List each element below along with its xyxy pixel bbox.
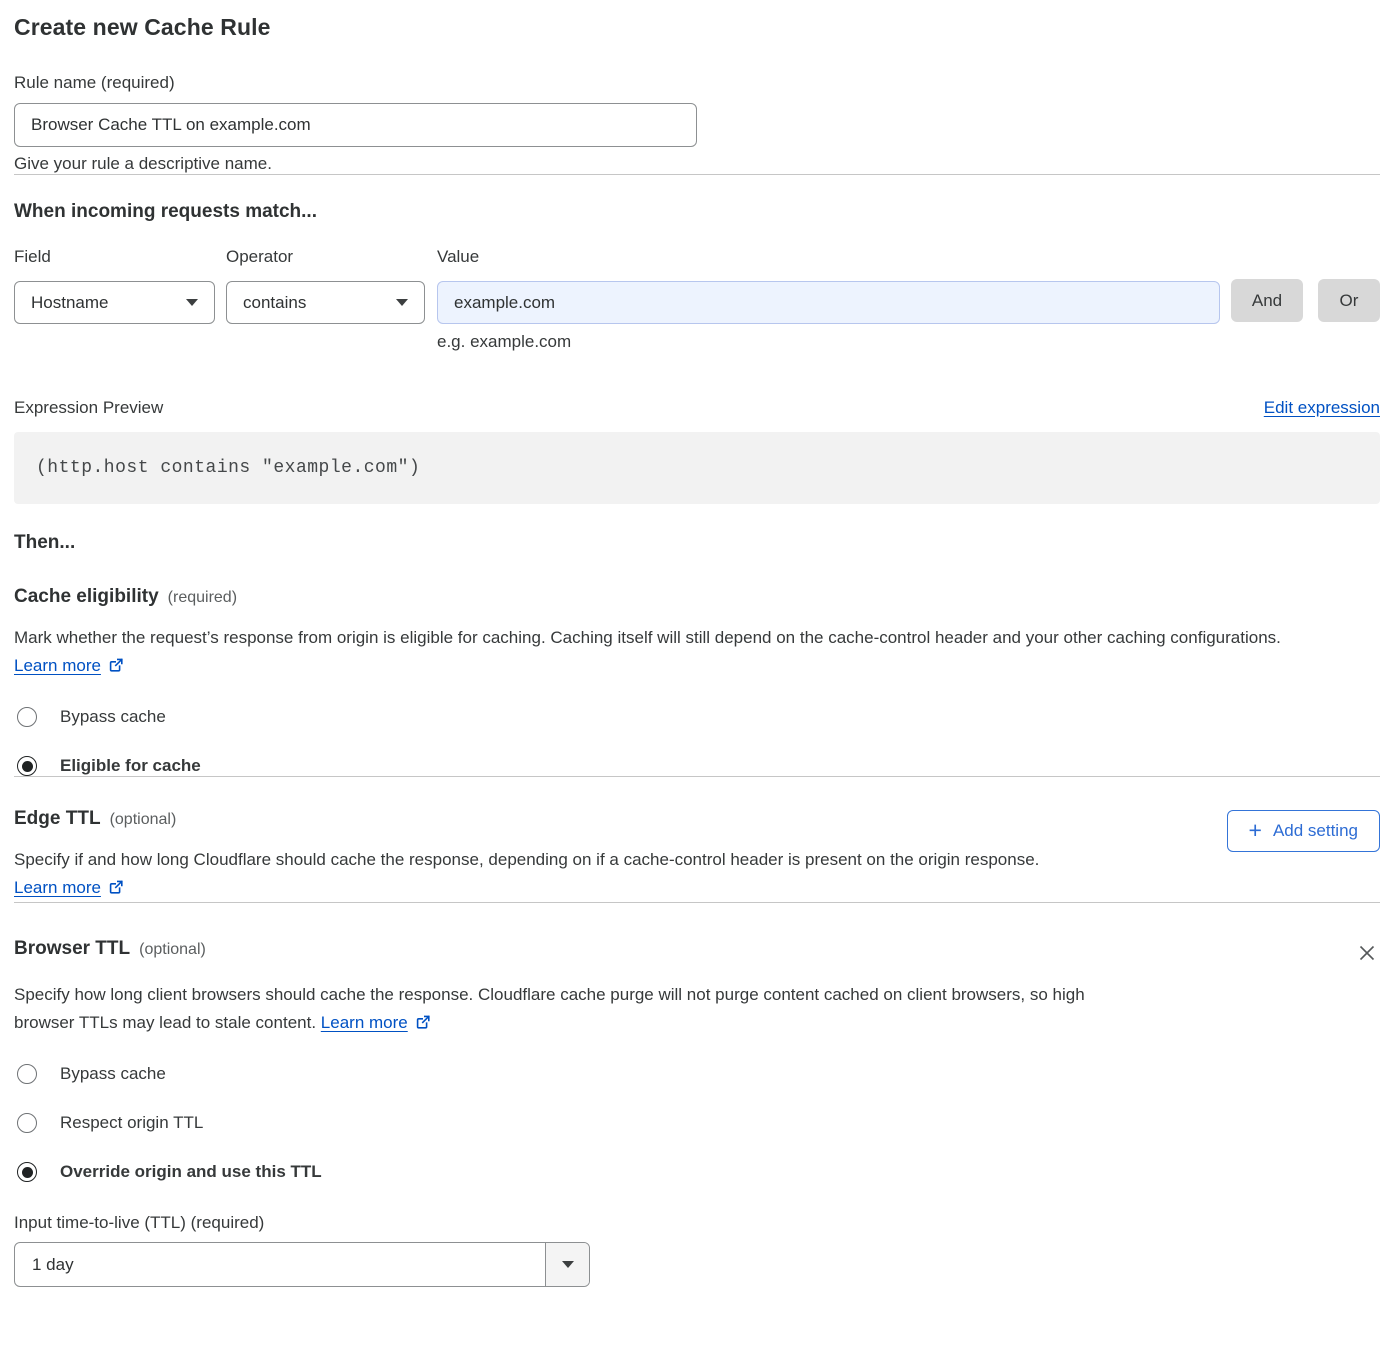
radio-label: Bypass cache: [60, 707, 166, 727]
plus-icon: +: [1249, 819, 1262, 842]
radio-button-icon: [17, 756, 37, 776]
required-badge: (required): [168, 589, 237, 607]
operator-select-value: contains: [243, 293, 306, 313]
rule-name-input[interactable]: [14, 103, 697, 147]
radio-bypass-cache[interactable]: Bypass cache: [17, 1064, 1380, 1084]
browser-ttl-title: Browser TTL: [14, 938, 130, 960]
value-input[interactable]: [437, 281, 1220, 324]
ttl-select[interactable]: 1 day: [14, 1242, 590, 1287]
browser-ttl-description: Specify how long client browsers should …: [14, 981, 1119, 1037]
operator-select[interactable]: contains: [226, 281, 425, 324]
browser-ttl-radio-group: Bypass cache Respect origin TTL Override…: [14, 1064, 1380, 1182]
edit-expression-link[interactable]: Edit expression: [1264, 398, 1380, 418]
create-cache-rule-form: Create new Cache Rule Rule name (require…: [14, 14, 1380, 1287]
or-button[interactable]: Or: [1318, 279, 1380, 322]
radio-override-origin-ttl[interactable]: Override origin and use this TTL: [17, 1162, 1380, 1182]
radio-button-icon: [17, 1113, 37, 1133]
cache-eligibility-radio-group: Bypass cache Eligible for cache: [14, 707, 1380, 776]
browser-ttl-header-row: Browser TTL (optional): [14, 938, 1380, 966]
chevron-down-icon: [562, 1261, 574, 1268]
expression-code-text: (http.host contains "example.com"): [36, 458, 420, 478]
and-button[interactable]: And: [1231, 279, 1303, 322]
add-setting-label: Add setting: [1273, 821, 1358, 841]
match-condition-row: Field Hostname Operator contains Value e…: [14, 247, 1380, 352]
cache-eligibility-header: Cache eligibility (required): [14, 586, 1380, 608]
operator-label: Operator: [226, 247, 425, 267]
value-column: Value e.g. example.com: [437, 247, 1220, 352]
rule-name-help: Give your rule a descriptive name.: [14, 154, 1380, 174]
edge-ttl-description-text: Specify if and how long Cloudflare shoul…: [14, 850, 1039, 869]
rule-name-label: Rule name (required): [14, 73, 1380, 93]
field-select-value: Hostname: [31, 293, 108, 313]
external-link-icon: [108, 879, 124, 895]
rule-name-section: Rule name (required) Give your rule a de…: [14, 73, 1380, 174]
expression-preview-label: Expression Preview: [14, 398, 163, 418]
divider: [14, 902, 1380, 903]
radio-label: Eligible for cache: [60, 756, 201, 776]
browser-ttl-header: Browser TTL (optional): [14, 938, 206, 960]
close-browser-ttl-button[interactable]: [1354, 940, 1380, 966]
field-column: Field Hostname: [14, 247, 215, 324]
optional-badge: (optional): [139, 941, 206, 959]
match-heading: When incoming requests match...: [14, 201, 1380, 223]
external-link-icon: [415, 1014, 431, 1030]
radio-button-icon: [17, 1064, 37, 1084]
chevron-down-icon: [396, 299, 408, 306]
divider: [14, 776, 1380, 777]
learn-more-link[interactable]: Learn more: [321, 1013, 408, 1032]
radio-button-icon: [17, 1162, 37, 1182]
field-select[interactable]: Hostname: [14, 281, 215, 324]
learn-more-link[interactable]: Learn more: [14, 878, 101, 897]
learn-more-link[interactable]: Learn more: [14, 656, 101, 675]
cache-eligibility-description-text: Mark whether the request’s response from…: [14, 628, 1281, 647]
ttl-input-label: Input time-to-live (TTL) (required): [14, 1213, 1380, 1233]
edge-ttl-title: Edge TTL: [14, 808, 101, 830]
optional-badge: (optional): [110, 811, 177, 829]
edge-ttl-description: Specify if and how long Cloudflare shoul…: [14, 846, 1119, 902]
edge-ttl-header-row: Edge TTL (optional) Specify if and how l…: [14, 808, 1380, 902]
radio-eligible-for-cache[interactable]: Eligible for cache: [17, 756, 1380, 776]
add-setting-button[interactable]: + Add setting: [1227, 810, 1381, 852]
value-help: e.g. example.com: [437, 332, 1220, 352]
ttl-select-arrow-button[interactable]: [545, 1243, 589, 1286]
radio-button-icon: [17, 707, 37, 727]
field-label: Field: [14, 247, 215, 267]
cache-eligibility-title: Cache eligibility: [14, 586, 159, 608]
divider: [14, 174, 1380, 175]
close-icon: [1356, 942, 1378, 964]
radio-bypass-cache[interactable]: Bypass cache: [17, 707, 1380, 727]
edge-ttl-header: Edge TTL (optional): [14, 808, 1119, 830]
page-title: Create new Cache Rule: [14, 14, 1380, 41]
radio-label: Respect origin TTL: [60, 1113, 203, 1133]
expression-header: Expression Preview Edit expression: [14, 398, 1380, 418]
then-heading: Then...: [14, 532, 1380, 554]
browser-ttl-description-text: Specify how long client browsers should …: [14, 985, 1085, 1032]
expression-code-block: (http.host contains "example.com"): [14, 432, 1380, 504]
ttl-input-section: Input time-to-live (TTL) (required) 1 da…: [14, 1213, 1380, 1287]
external-link-icon: [108, 657, 124, 673]
radio-label: Override origin and use this TTL: [60, 1162, 322, 1182]
ttl-select-value: 1 day: [15, 1243, 74, 1286]
cache-eligibility-description: Mark whether the request’s response from…: [14, 624, 1349, 680]
chevron-down-icon: [186, 299, 198, 306]
operator-column: Operator contains: [226, 247, 425, 324]
radio-respect-origin-ttl[interactable]: Respect origin TTL: [17, 1113, 1380, 1133]
value-label: Value: [437, 247, 1220, 267]
radio-label: Bypass cache: [60, 1064, 166, 1084]
